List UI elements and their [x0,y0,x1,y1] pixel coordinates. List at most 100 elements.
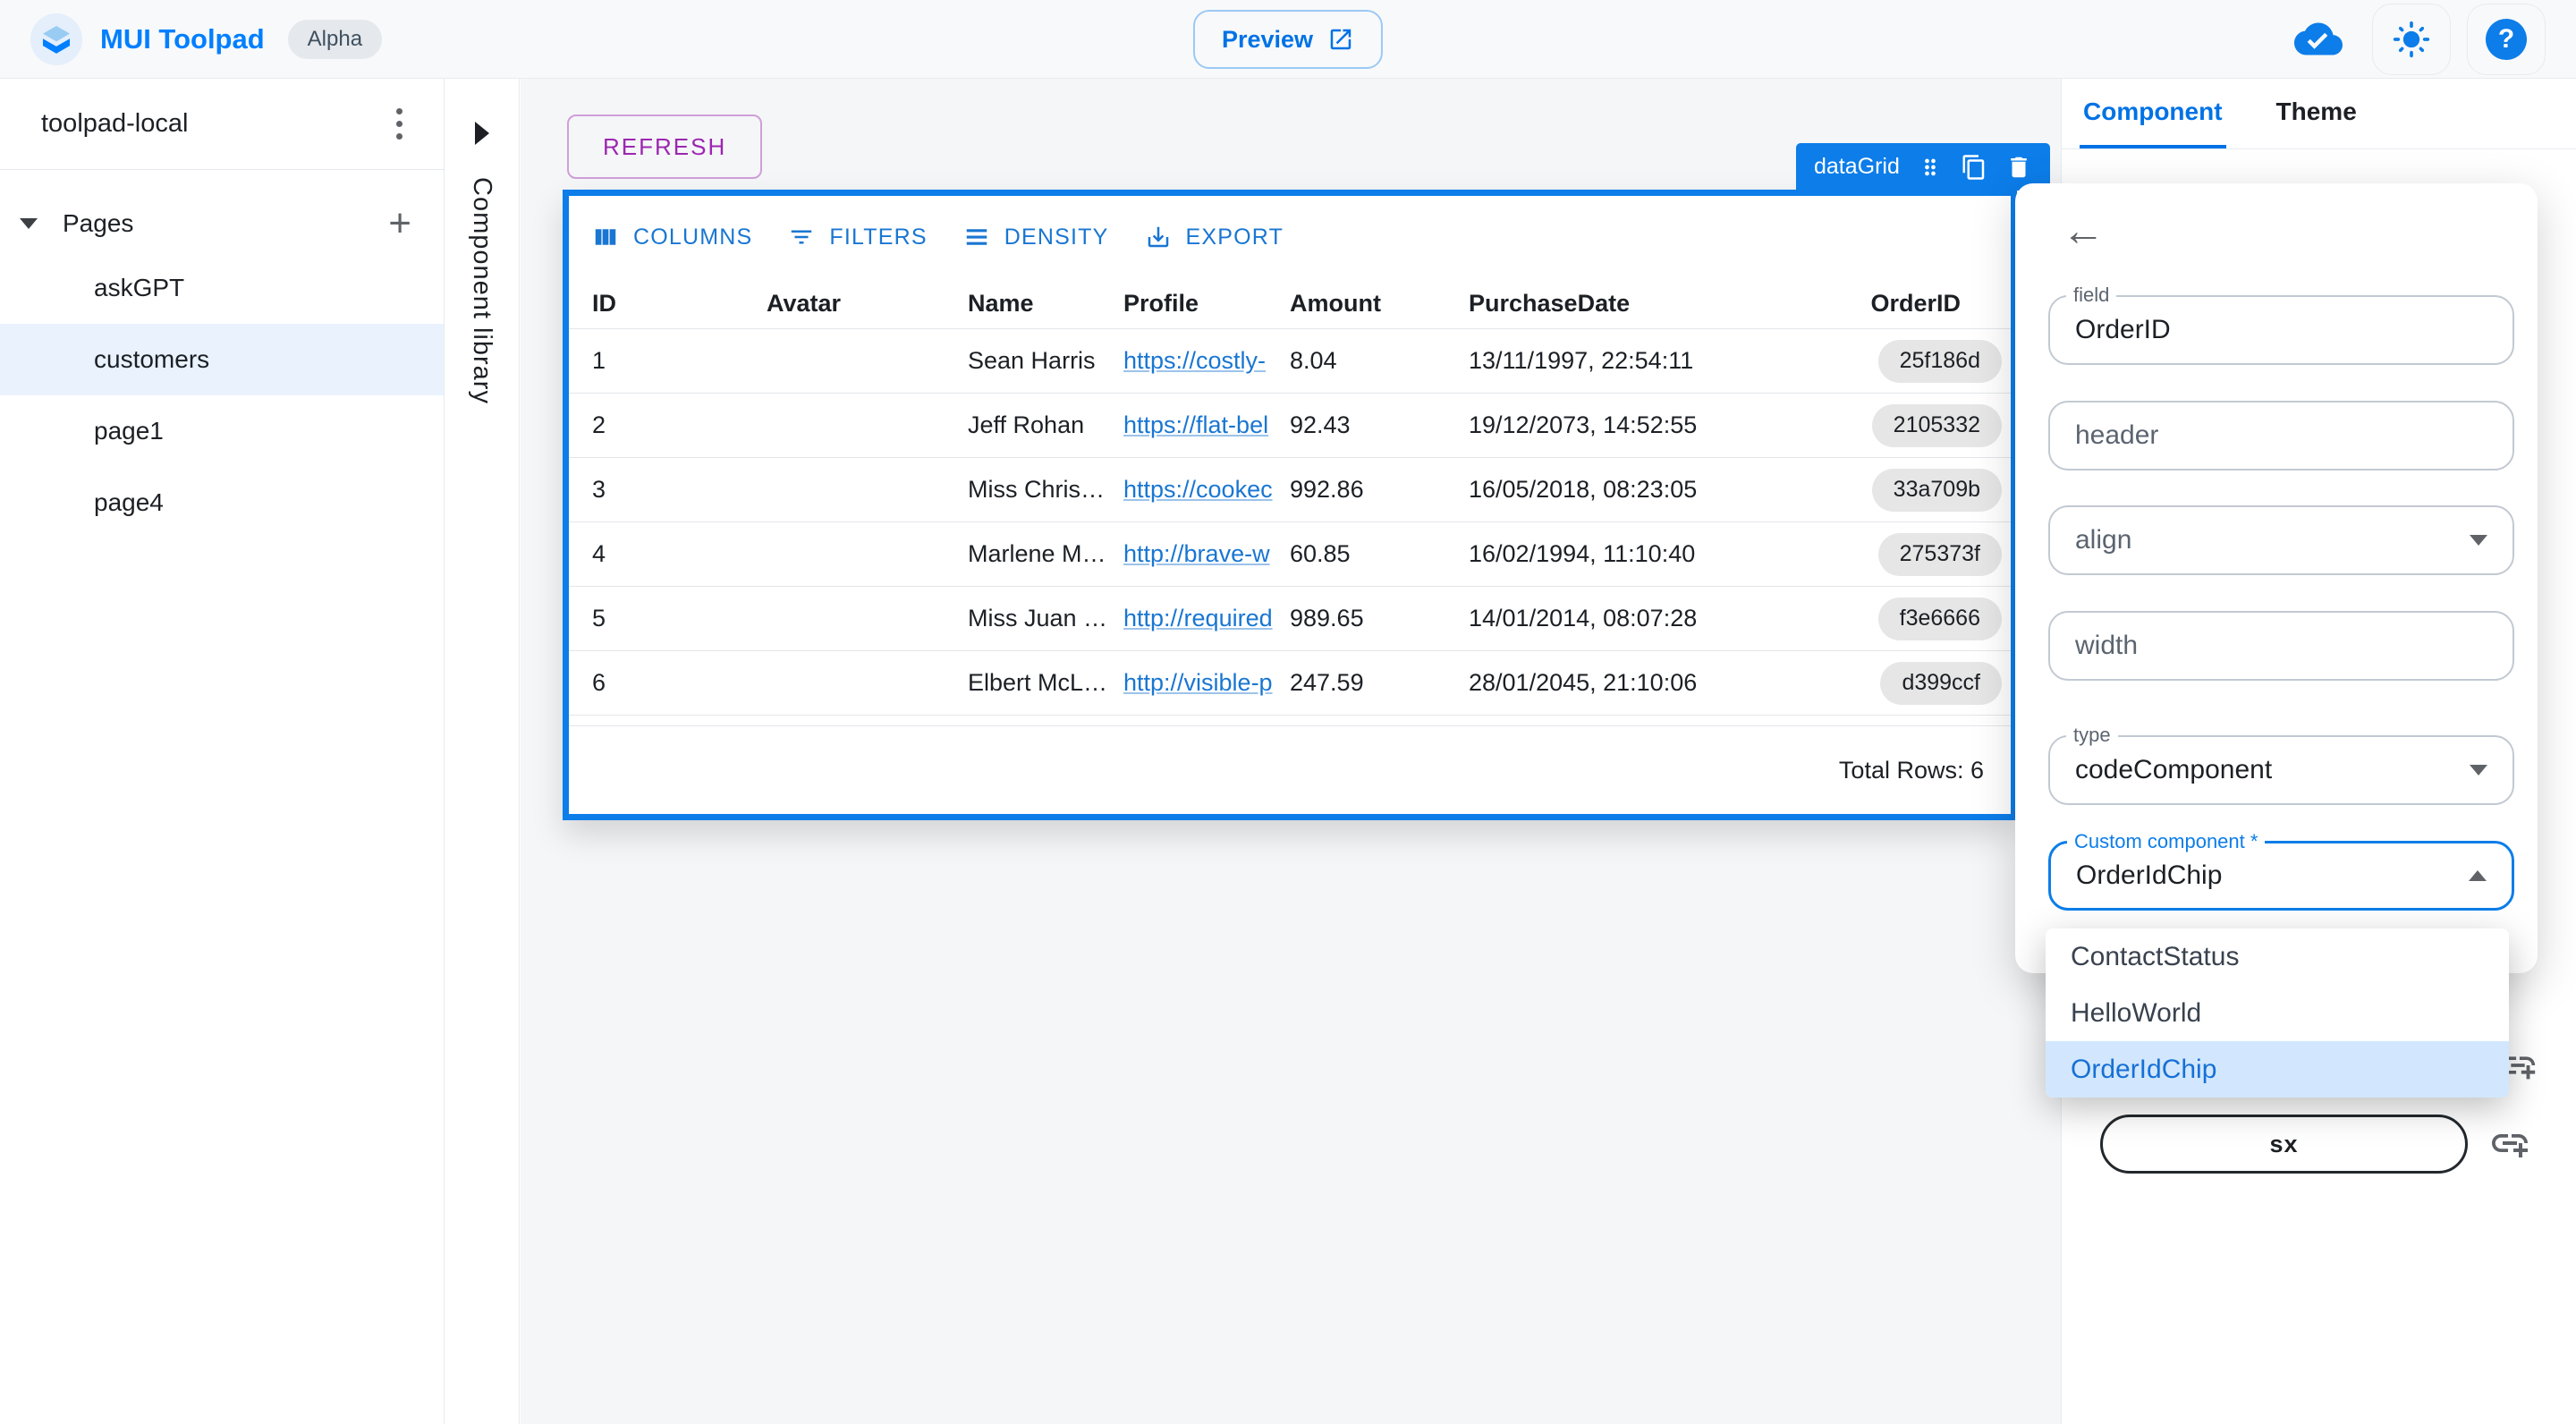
sun-icon [2392,20,2431,59]
grid-columns-label: COLUMNS [633,225,752,250]
table-row[interactable]: 5 Miss Juan … http://required 989.65 14/… [569,587,2011,651]
type-select[interactable]: type codeComponent [2048,735,2514,805]
cell-id: 4 [592,540,767,568]
field-input[interactable]: field OrderID [2048,295,2514,365]
help-icon: ? [2486,19,2527,60]
add-link-icon [2488,1122,2531,1165]
cell-purchase-date: 16/02/1994, 11:10:40 [1469,540,1853,568]
cell-purchase-date: 16/05/2018, 08:23:05 [1469,476,1853,504]
profile-link[interactable]: http://required [1123,605,1273,631]
toolpad-logo-icon [30,13,82,65]
grid-export-label: EXPORT [1186,225,1284,250]
cell-amount: 247.59 [1290,669,1469,697]
delete-component-icon[interactable] [2005,154,2032,181]
custom-component-value: OrderIdChip [2076,860,2222,891]
grid-density-label: DENSITY [1004,225,1109,250]
profile-link[interactable]: http://visible-p [1123,669,1273,696]
theme-mode-button[interactable] [2372,4,2451,75]
order-id-chip: d399ccf [1880,662,2002,705]
grid-export-button[interactable]: EXPORT [1145,224,1284,250]
data-grid-component[interactable]: COLUMNS FILTERS DENSITY EXPORT ID Avatar… [563,190,2017,820]
cell-name: Elbert McL… [968,669,1123,697]
cloud-synced-icon [2293,19,2343,59]
grid-density-button[interactable]: DENSITY [963,224,1109,250]
chevron-down-icon [2470,535,2487,546]
sidebar-item-customers[interactable]: customers [0,324,444,395]
cell-purchase-date: 13/11/1997, 22:54:11 [1469,347,1853,375]
view-column-icon [592,224,619,250]
column-header-avatar[interactable]: Avatar [767,290,968,318]
back-button[interactable]: ← [2062,210,2105,253]
header-input[interactable]: header [2048,401,2514,470]
cell-id: 5 [592,605,767,632]
project-menu-button[interactable] [387,99,411,148]
column-header-id[interactable]: ID [592,290,767,318]
width-input[interactable]: width [2048,611,2514,681]
preview-button[interactable]: Preview [1193,10,1383,69]
drag-handle-icon[interactable] [1918,155,1943,180]
column-header-orderid[interactable]: OrderID [1853,290,2011,318]
sidebar-item-page1[interactable]: page1 [0,395,444,467]
profile-link[interactable]: https://cookec [1123,476,1273,503]
duplicate-component-icon[interactable] [1961,154,1987,181]
table-row[interactable]: 3 Miss Chris… https://cookec 992.86 16/0… [569,458,2011,522]
top-bar: MUI Toolpad Alpha Preview ? [0,0,2576,79]
column-editor-popover: ← field OrderID header align width type … [2015,183,2538,973]
profile-link[interactable]: https://costly- [1123,347,1266,374]
selected-component-chip[interactable]: dataGrid [1796,143,2050,191]
help-button[interactable]: ? [2467,4,2546,75]
order-id-chip: 33a709b [1872,469,2002,512]
editor-canvas: REFRESH dataGrid COLUMNS [521,79,2061,1424]
profile-link[interactable]: http://brave-w [1123,540,1270,567]
type-select-label: type [2066,724,2118,747]
collapse-triangle-icon[interactable] [20,218,38,229]
cell-amount: 989.65 [1290,605,1469,632]
column-header-name[interactable]: Name [968,290,1123,318]
sx-button[interactable]: sx [2100,1115,2468,1174]
table-row[interactable]: 6 Elbert McL… http://visible-p 247.59 28… [569,651,2011,716]
pages-section-label: Pages [63,209,133,238]
cell-id: 1 [592,347,767,375]
order-id-chip: 25f186d [1878,340,2002,383]
menu-item-helloworld[interactable]: HelloWorld [2046,985,2509,1041]
cell-name: Miss Juan … [968,605,1123,632]
align-select[interactable]: align [2048,505,2514,575]
page-item-label: page4 [94,488,164,517]
header-input-placeholder: header [2075,420,2158,451]
column-header-purchasedate[interactable]: PurchaseDate [1469,290,1853,318]
grid-filters-button[interactable]: FILTERS [788,224,927,250]
table-row[interactable]: 4 Marlene M… http://brave-w 60.85 16/02/… [569,522,2011,587]
table-row[interactable]: 2 Jeff Rohan https://flat-bel 92.43 19/1… [569,394,2011,458]
filter-list-icon [788,224,815,250]
add-page-button[interactable]: + [388,204,411,243]
order-id-chip: f3e6666 [1878,598,2002,640]
sx-add-binding-button[interactable] [2488,1122,2531,1165]
sidebar-item-page4[interactable]: page4 [0,467,444,538]
menu-item-contactstatus[interactable]: ContactStatus [2046,928,2509,985]
grid-columns-button[interactable]: COLUMNS [592,224,752,250]
profile-link[interactable]: https://flat-bel [1123,411,1268,438]
column-header-amount[interactable]: Amount [1290,290,1469,318]
cell-name: Sean Harris [968,347,1123,375]
column-header-profile[interactable]: Profile [1123,290,1290,318]
menu-item-orderidchip[interactable]: OrderIdChip [2046,1041,2509,1098]
cell-name: Miss Chris… [968,476,1123,504]
cell-name: Marlene M… [968,540,1123,568]
tab-theme[interactable]: Theme [2273,79,2360,148]
page-item-label: customers [94,345,209,374]
custom-component-menu: ContactStatus HelloWorld OrderIdChip [2046,928,2509,1098]
open-in-new-icon [1327,26,1354,53]
cell-amount: 992.86 [1290,476,1469,504]
project-name: toolpad-local [41,109,188,139]
custom-component-label: Custom component * [2067,830,2265,853]
grid-filler-row [569,716,2011,726]
alpha-badge: Alpha [288,20,382,59]
expand-component-library-icon[interactable] [475,122,489,145]
cell-id: 2 [592,411,767,439]
sidebar-item-askgpt[interactable]: askGPT [0,252,444,324]
custom-component-select[interactable]: Custom component * OrderIdChip [2048,841,2514,911]
table-row[interactable]: 1 Sean Harris https://costly- 8.04 13/11… [569,329,2011,394]
cell-purchase-date: 14/01/2014, 08:07:28 [1469,605,1853,632]
tab-component[interactable]: Component [2080,79,2226,148]
refresh-button[interactable]: REFRESH [567,114,762,179]
